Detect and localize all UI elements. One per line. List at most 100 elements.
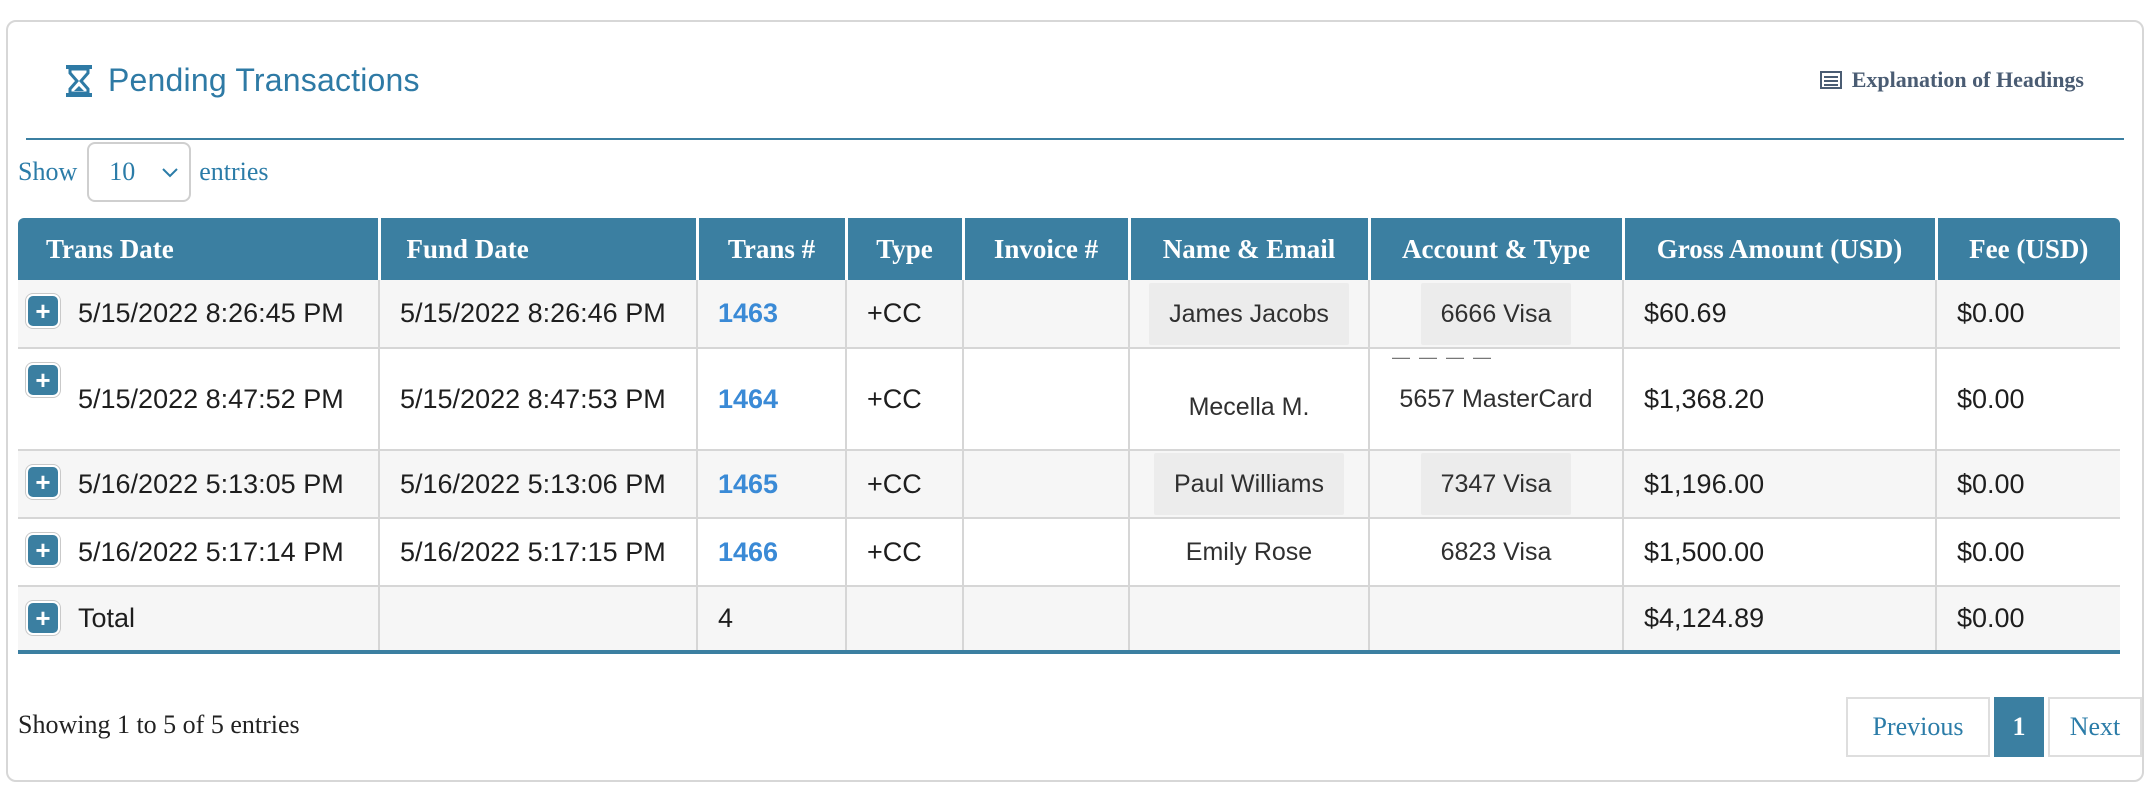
trans-number-link[interactable]: 1465 <box>718 469 778 499</box>
total-fee-cell: $0.00 <box>1936 586 2120 654</box>
trans-date-cell: + 5/16/2022 5:17:14 PM <box>18 518 380 587</box>
expand-row-button[interactable]: + <box>28 365 58 395</box>
account-value: 6666 Visa <box>1420 282 1572 345</box>
column-header-trans-number[interactable]: Trans # <box>695 218 848 280</box>
explanation-of-headings-link[interactable]: Explanation of Headings <box>1819 67 2084 93</box>
fund-date-cell: 5/15/2022 8:47:53 PM <box>379 348 698 451</box>
column-header-gross-amount[interactable]: Gross Amount (USD) <box>1621 218 1938 280</box>
explanation-link-label: Explanation of Headings <box>1851 67 2084 92</box>
total-row: + Total 4 $4,124.89 $0.00 <box>18 586 2120 654</box>
chevron-down-icon <box>162 168 178 178</box>
account-type-cell: 7347 Visa <box>1369 450 1624 519</box>
entries-label: entries <box>199 157 269 186</box>
column-header-trans-date[interactable]: Trans Date <box>18 218 381 280</box>
trans-number-link[interactable]: 1466 <box>718 537 778 567</box>
entries-per-page-value: 10 <box>109 157 136 186</box>
expand-row-button[interactable]: + <box>28 467 58 497</box>
table-row: + 5/16/2022 5:13:05 PM 5/16/2022 5:13:06… <box>18 450 2120 519</box>
name-email-cell: Mecella M. <box>1129 348 1370 451</box>
account-type-cell: — — — — 5657 MasterCard <box>1369 347 1624 451</box>
trans-date-cell: + 5/15/2022 8:26:45 PM <box>18 280 380 349</box>
type-cell: +CC <box>846 450 964 519</box>
account-type-cell: 6823 Visa <box>1369 518 1624 587</box>
fund-date-cell: 5/16/2022 5:13:06 PM <box>379 450 698 519</box>
column-header-invoice-number[interactable]: Invoice # <box>961 218 1131 280</box>
trans-number-cell: 1464 <box>697 348 847 451</box>
column-header-fee[interactable]: Fee (USD) <box>1934 218 2120 280</box>
column-header-name-email[interactable]: Name & Email <box>1127 218 1371 280</box>
customer-name: Paul Williams <box>1153 453 1345 515</box>
pagination: Previous 1 Next <box>1846 697 2142 757</box>
fee-cell: $0.00 <box>1936 450 2120 519</box>
table-info-text: Showing 1 to 5 of 5 entries <box>18 710 300 739</box>
trans-date-value: 5/15/2022 8:26:45 PM <box>78 298 344 328</box>
type-cell: +CC <box>846 280 964 349</box>
total-name-cell <box>1129 586 1370 654</box>
total-invoice-cell <box>963 586 1130 654</box>
fee-cell: $0.00 <box>1936 348 2120 451</box>
column-header-account-type[interactable]: Account & Type <box>1367 218 1625 280</box>
name-email-cell: James Jacobs <box>1129 280 1370 349</box>
gross-amount-cell: $1,368.20 <box>1623 348 1937 451</box>
account-value: 5657 MasterCard <box>1399 384 1593 413</box>
table-row: + 5/15/2022 8:26:45 PM 5/15/2022 8:26:46… <box>18 280 2120 349</box>
invoice-cell <box>963 348 1130 451</box>
type-cell: +CC <box>846 348 964 451</box>
trans-number-link[interactable]: 1463 <box>718 298 778 328</box>
fee-cell: $0.00 <box>1936 518 2120 587</box>
trans-number-cell: 1466 <box>697 518 847 587</box>
table-row: + 5/16/2022 5:17:14 PM 5/16/2022 5:17:15… <box>18 518 2120 587</box>
total-count-cell: 4 <box>697 586 847 654</box>
hourglass-icon <box>66 64 92 97</box>
trans-date-value: 5/15/2022 8:47:52 PM <box>78 383 344 414</box>
masked-email-mark: — — — — <box>1392 347 1494 367</box>
trans-date-value: 5/16/2022 5:17:14 PM <box>78 536 344 567</box>
page-1-button[interactable]: 1 <box>1994 697 2044 757</box>
gross-amount-cell: $60.69 <box>1623 280 1937 349</box>
entries-length-control: Show 10 entries <box>18 140 269 204</box>
account-value: 6823 Visa <box>1440 537 1552 566</box>
total-account-cell <box>1369 586 1624 654</box>
account-type-cell: 6666 Visa <box>1369 280 1624 349</box>
name-email-cell: Emily Rose <box>1129 518 1370 587</box>
total-label-cell: + Total <box>18 586 380 654</box>
invoice-cell <box>963 518 1130 587</box>
total-gross-cell: $4,124.89 <box>1623 586 1937 654</box>
account-value: 7347 Visa <box>1420 453 1572 515</box>
total-fund-date-cell <box>379 586 698 654</box>
panel-header: Pending Transactions Explanation of Head… <box>26 22 2124 140</box>
total-type-cell <box>846 586 964 654</box>
show-label: Show <box>18 157 78 186</box>
invoice-cell <box>963 280 1130 349</box>
trans-number-cell: 1463 <box>697 280 847 349</box>
page-title: Pending Transactions <box>108 62 420 98</box>
fund-date-cell: 5/16/2022 5:17:15 PM <box>379 518 698 587</box>
table-row: + 5/15/2022 8:47:52 PM 5/15/2022 8:47:53… <box>18 347 2120 451</box>
column-header-type[interactable]: Type <box>844 218 965 280</box>
expand-row-button[interactable]: + <box>28 535 58 565</box>
customer-name: Mecella M. <box>1188 392 1310 421</box>
transactions-table: Trans Date Fund Date Trans # Type Invoic… <box>18 218 2120 654</box>
trans-number-cell: 1465 <box>697 450 847 519</box>
invoice-cell <box>963 450 1130 519</box>
trans-date-cell: + 5/16/2022 5:13:05 PM <box>18 450 380 519</box>
name-email-cell: Paul Williams <box>1129 450 1370 519</box>
expand-row-button[interactable]: + <box>28 603 58 633</box>
trans-number-link[interactable]: 1464 <box>718 384 778 414</box>
panel-title-group: Pending Transactions <box>64 62 420 99</box>
expand-row-button[interactable]: + <box>28 296 58 326</box>
gross-amount-cell: $1,196.00 <box>1623 450 1937 519</box>
trans-date-cell: + 5/15/2022 8:47:52 PM <box>18 348 380 451</box>
column-header-fund-date[interactable]: Fund Date <box>377 218 699 280</box>
entries-per-page-select[interactable]: 10 <box>87 142 192 202</box>
gross-amount-cell: $1,500.00 <box>1623 518 1937 587</box>
trans-date-value: 5/16/2022 5:13:05 PM <box>78 468 344 499</box>
customer-name: James Jacobs <box>1149 282 1349 345</box>
table-header-row: Trans Date Fund Date Trans # Type Invoic… <box>18 218 2120 280</box>
customer-name: Emily Rose <box>1185 537 1313 566</box>
fee-cell: $0.00 <box>1936 280 2120 349</box>
fund-date-cell: 5/15/2022 8:26:46 PM <box>379 280 698 349</box>
type-cell: +CC <box>846 518 964 587</box>
next-page-button[interactable]: Next <box>2048 697 2142 757</box>
previous-page-button[interactable]: Previous <box>1846 697 1990 757</box>
